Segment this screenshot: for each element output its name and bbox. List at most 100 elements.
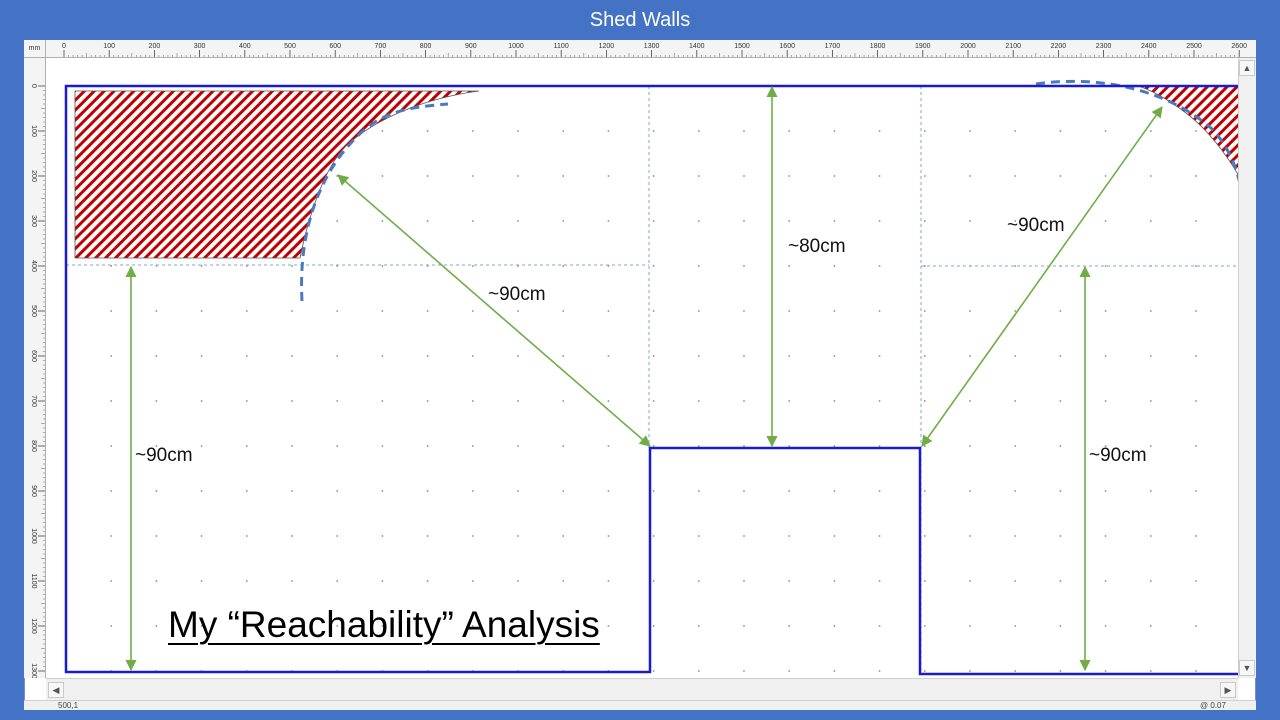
- grid-dot: [1104, 625, 1107, 627]
- grid-dot: [1014, 670, 1017, 672]
- grid-dot: [471, 535, 474, 537]
- grid-dot: [336, 490, 339, 492]
- unreachable-zone-left: [74, 90, 480, 259]
- grid-dot: [1059, 445, 1062, 447]
- vertical-ruler[interactable]: 0 100 200 300 400 500 600 700 800 900 1000 1100 1200…: [24, 58, 46, 678]
- scroll-down-icon[interactable]: ▼: [1239, 660, 1255, 676]
- grid-dot: [1195, 670, 1197, 672]
- dimension-label-right: ~90cm: [1089, 445, 1147, 466]
- ruler-tick-label: 900: [30, 485, 37, 497]
- grid-dot: [562, 400, 565, 402]
- grid-dot: [878, 400, 881, 402]
- grid-dot: [697, 535, 700, 537]
- grid-dot: [245, 490, 248, 492]
- grid-dot: [878, 310, 881, 312]
- grid-dot: [1149, 445, 1152, 447]
- grid-dot: [1059, 355, 1062, 357]
- grid-dot: [697, 310, 700, 312]
- ruler-tick-label: 1700: [825, 43, 841, 50]
- grid-dot: [788, 175, 791, 177]
- grid-dot: [245, 400, 248, 402]
- grid-dot: [426, 535, 429, 537]
- grid-dot: [471, 310, 474, 312]
- grid-dot: [471, 490, 474, 492]
- grid-dot: [1149, 400, 1152, 402]
- grid-dot: [1104, 310, 1107, 312]
- grid-dot: [652, 355, 655, 357]
- grid-dot: [110, 580, 113, 582]
- grid-dot: [1104, 175, 1107, 177]
- grid-dot: [743, 580, 745, 582]
- grid-dot: [697, 580, 700, 582]
- grid-dot: [878, 445, 881, 447]
- scroll-up-icon[interactable]: ▲: [1239, 60, 1255, 76]
- vertical-scrollbar[interactable]: ▲ ▼: [1238, 58, 1256, 678]
- grid-dot: [833, 400, 836, 402]
- grid-dot: [1014, 445, 1017, 447]
- grid-dot: [471, 265, 474, 267]
- grid-dot: [1195, 175, 1197, 177]
- grid-dot: [1059, 670, 1062, 672]
- grid-dot: [426, 445, 429, 447]
- grid-dot: [336, 445, 339, 447]
- grid-dot: [1149, 490, 1152, 492]
- horizontal-scrollbar[interactable]: ◀ ▶: [46, 678, 1238, 700]
- drawing-canvas[interactable]: [46, 58, 1238, 678]
- grid-dot: [155, 580, 158, 582]
- grid-dot: [336, 400, 339, 402]
- grid-dot: [969, 625, 971, 627]
- grid-dot: [788, 310, 791, 312]
- grid-dot: [245, 355, 248, 357]
- grid-dot: [652, 310, 655, 312]
- grid-dot: [155, 535, 158, 537]
- grid-dot: [291, 445, 293, 447]
- grid-dot: [110, 400, 113, 402]
- grid-dot: [833, 220, 836, 222]
- grid-dot: [562, 130, 565, 132]
- grid-dot: [381, 175, 384, 177]
- ruler-tick-label: 1100: [30, 573, 37, 588]
- grid-dot: [1195, 445, 1197, 447]
- grid-dot: [471, 580, 474, 582]
- grid-dot: [969, 175, 971, 177]
- grid-dot: [426, 490, 429, 492]
- grid-dot: [1014, 580, 1017, 582]
- grid-dot: [562, 355, 565, 357]
- grid-dot: [607, 625, 610, 627]
- grid-dot: [1059, 535, 1062, 537]
- grid-dot: [923, 445, 926, 447]
- scroll-left-icon[interactable]: ◀: [48, 682, 64, 698]
- grid-dot: [336, 310, 339, 312]
- grid-dot: [969, 310, 971, 312]
- grid-dot: [426, 355, 429, 357]
- grid-dot: [607, 535, 610, 537]
- grid-dot: [697, 355, 700, 357]
- ruler-tick-label: 0: [62, 43, 66, 50]
- horizontal-ruler[interactable]: 0 100 200 300 400 500 600 700 800 900 1000 1100 1200…: [46, 40, 1256, 58]
- scroll-right-icon[interactable]: ▶: [1220, 682, 1236, 698]
- ruler-tick-label: 1300: [644, 43, 660, 50]
- grid-dot: [381, 400, 384, 402]
- ruler-tick-label: 1000: [30, 528, 37, 544]
- grid-dot: [969, 580, 971, 582]
- ruler-tick-label: 2300: [1096, 43, 1112, 50]
- ruler-tick-label: 100: [103, 43, 115, 50]
- grid-dot: [833, 490, 836, 492]
- grid-dot: [517, 130, 519, 132]
- grid-dot: [200, 580, 203, 582]
- ruler-tick-label: 900: [465, 43, 477, 50]
- grid-dot: [562, 310, 565, 312]
- ruler-tick-label: 400: [30, 260, 37, 272]
- grid-dot: [743, 175, 745, 177]
- grid-dot: [291, 355, 293, 357]
- grid-dot: [1014, 175, 1017, 177]
- grid-dot: [471, 130, 474, 132]
- grid-dot: [788, 535, 791, 537]
- status-bar: 500,1 @ 0.07: [24, 700, 1256, 710]
- grid-dot: [878, 625, 881, 627]
- grid-dot: [652, 220, 655, 222]
- ruler-tick-label: 800: [420, 43, 432, 50]
- grid-dot: [517, 310, 519, 312]
- grid-dot: [562, 445, 565, 447]
- grid-dot: [1195, 625, 1197, 627]
